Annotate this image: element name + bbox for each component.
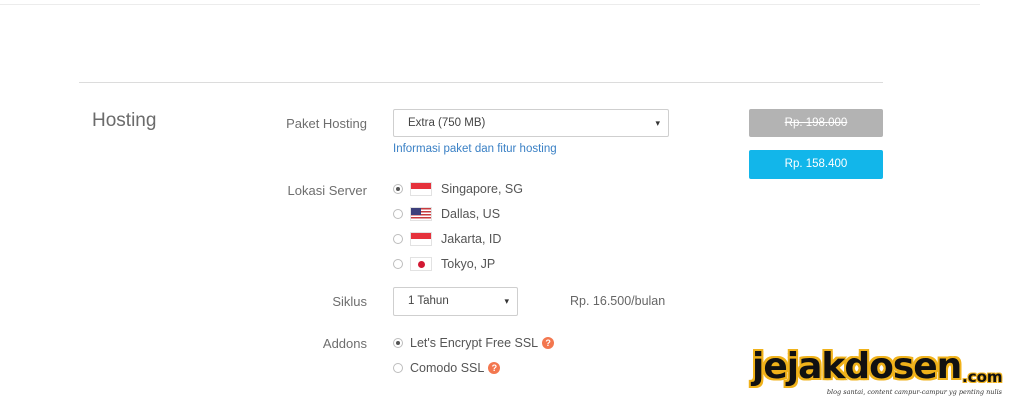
paket-info-link[interactable]: Informasi paket dan fitur hosting xyxy=(393,143,557,155)
help-icon[interactable]: ? xyxy=(488,362,501,374)
lokasi-server-label: Lokasi Server xyxy=(287,183,367,198)
watermark-name: jejakdosen xyxy=(752,346,962,387)
flag-jp-icon xyxy=(410,257,432,271)
chevron-down-icon: ▾ xyxy=(504,296,509,306)
paket-hosting-select[interactable]: Extra (750 MB) ▾ xyxy=(393,109,669,137)
location-label: Tokyo, JP xyxy=(441,257,496,271)
radio-button[interactable] xyxy=(393,184,403,194)
addon-option-letsencrypt[interactable]: Let's Encrypt Free SSL ? xyxy=(393,334,555,352)
location-label: Dallas, US xyxy=(441,207,501,221)
addon-option-comodo[interactable]: Comodo SSL ? xyxy=(393,359,501,377)
location-option-dallas[interactable]: Dallas, US xyxy=(393,205,500,223)
price-button[interactable]: Rp. 158.400 xyxy=(749,150,883,179)
top-divider xyxy=(0,4,980,5)
watermark-logo: jejakdosen .com blog santai, content cam… xyxy=(752,346,1003,403)
flag-us-icon xyxy=(410,207,432,221)
location-label: Singapore, SG xyxy=(441,182,523,196)
addon-label: Let's Encrypt Free SSL xyxy=(410,336,539,350)
flag-sg-icon xyxy=(410,182,432,196)
radio-button[interactable] xyxy=(393,209,403,219)
location-option-jakarta[interactable]: Jakarta, ID xyxy=(393,230,501,248)
watermark-tagline: blog santai, content campur-campur yg pe… xyxy=(826,388,1002,396)
location-option-singapore[interactable]: Singapore, SG xyxy=(393,180,523,198)
location-label: Jakarta, ID xyxy=(441,232,502,246)
location-option-tokyo[interactable]: Tokyo, JP xyxy=(393,255,495,273)
chevron-down-icon: ▾ xyxy=(655,118,660,128)
help-icon[interactable]: ? xyxy=(542,337,555,349)
section-title: Hosting xyxy=(92,110,157,131)
siklus-value: 1 Tahun xyxy=(408,295,449,307)
siklus-select[interactable]: 1 Tahun ▾ xyxy=(393,287,518,316)
paket-hosting-label: Paket Hosting xyxy=(286,116,367,131)
addons-label: Addons xyxy=(322,336,367,351)
addon-label: Comodo SSL xyxy=(410,361,485,375)
section-divider xyxy=(79,82,883,83)
paket-hosting-value: Extra (750 MB) xyxy=(408,117,486,129)
radio-button[interactable] xyxy=(393,259,403,269)
radio-button[interactable] xyxy=(393,234,403,244)
original-price-button: Rp. 198.000 xyxy=(749,109,883,137)
watermark-suffix: .com xyxy=(962,368,1003,386)
flag-id-icon xyxy=(410,232,432,246)
siklus-label: Siklus xyxy=(332,294,367,309)
radio-button[interactable] xyxy=(393,338,403,348)
monthly-price: Rp. 16.500/bulan xyxy=(570,294,666,308)
radio-button[interactable] xyxy=(393,363,403,373)
